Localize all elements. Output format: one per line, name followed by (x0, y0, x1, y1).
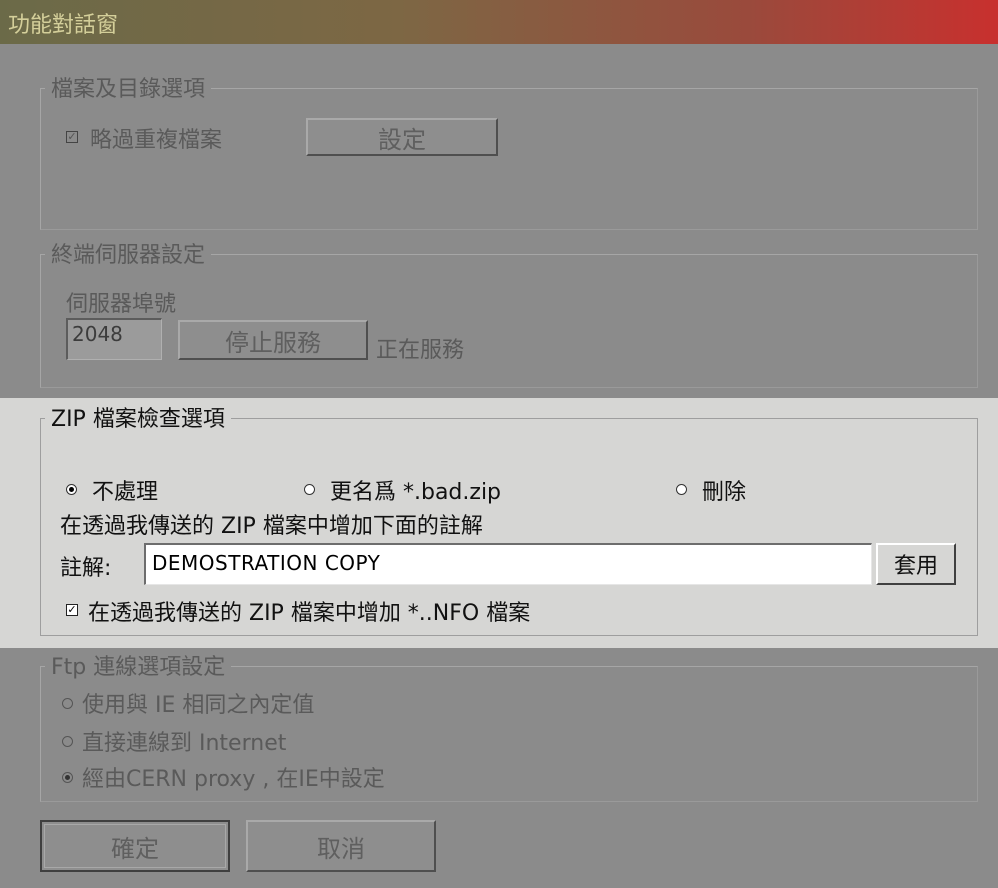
service-status-text: 正在服務 (376, 338, 465, 363)
stop-service-button[interactable]: 停止服務 (178, 320, 368, 360)
cancel-button[interactable]: 取消 (246, 820, 436, 872)
radio-delete-label: 刪除 (702, 480, 747, 505)
apply-button[interactable]: 套用 (876, 543, 956, 585)
add-nfo-checkbox[interactable]: ✓ (66, 604, 78, 616)
file-dir-options-group: 檔案及目錄選項 (40, 71, 978, 230)
radio-no-action[interactable] (66, 484, 77, 495)
port-input[interactable]: 2048 (66, 318, 162, 360)
radio-cern-proxy[interactable] (62, 772, 73, 783)
radio-no-action-label: 不處理 (92, 480, 159, 505)
skip-duplicate-label: 略過重複檔案 (90, 128, 223, 153)
radio-direct-connect[interactable] (62, 736, 73, 747)
comment-label: 註解: (60, 556, 112, 581)
radio-delete[interactable] (676, 484, 687, 495)
radio-cern-proxy-label: 經由CERN proxy , 在IE中設定 (82, 767, 385, 792)
radio-rename-label: 更名爲 *.bad.zip (330, 480, 502, 505)
skip-duplicate-checkbox[interactable]: ✓ (66, 131, 78, 143)
comment-description: 在透過我傳送的 ZIP 檔案中增加下面的註解 (60, 514, 483, 539)
ok-button[interactable]: 確定 (40, 820, 230, 872)
radio-direct-connect-label: 直接連線到 Internet (82, 731, 287, 756)
radio-ie-default-label: 使用與 IE 相同之內定值 (82, 693, 315, 718)
radio-rename[interactable] (304, 484, 315, 495)
window-title: 功能對話窗 (8, 13, 119, 38)
zip-check-legend: ZIP 檔案檢查選項 (45, 401, 231, 433)
ftp-options-legend: Ftp 連線選項設定 (45, 649, 232, 681)
comment-input[interactable]: DEMOSTRATION COPY (144, 543, 872, 585)
terminal-server-legend: 終端伺服器設定 (45, 237, 212, 269)
radio-ie-default[interactable] (62, 698, 73, 709)
title-bar[interactable]: 功能對話窗 (0, 0, 998, 44)
file-dir-options-legend: 檔案及目錄選項 (45, 71, 212, 103)
settings-button[interactable]: 設定 (306, 118, 498, 156)
add-nfo-label: 在透過我傳送的 ZIP 檔案中增加 *..NFO 檔案 (88, 601, 531, 626)
port-label: 伺服器埠號 (66, 292, 177, 317)
